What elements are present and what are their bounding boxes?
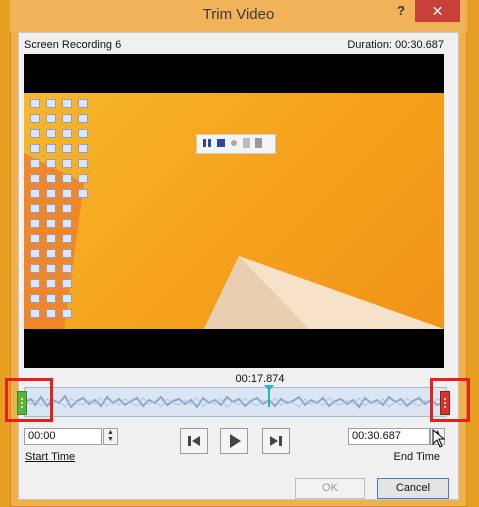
current-time-label: 00:17.874 (235, 373, 285, 385)
help-button[interactable]: ? (388, 0, 414, 22)
end-time-label: End Time (393, 451, 440, 463)
ok-button[interactable]: OK (295, 478, 365, 499)
spin-up-icon[interactable]: ▲ (104, 429, 117, 436)
end-time-input[interactable]: 00:30.687 (348, 428, 430, 445)
start-time-input[interactable]: 00:00 (24, 428, 102, 445)
audio-waveform (25, 394, 446, 409)
play-button[interactable] (220, 428, 248, 454)
spin-down-icon[interactable]: ▼ (104, 436, 117, 443)
mouse-cursor-icon (432, 429, 446, 448)
play-icon (230, 434, 241, 448)
trim-timeline[interactable] (24, 387, 447, 417)
recording-controls-icons (203, 138, 262, 148)
highlight-end-handle (430, 378, 470, 422)
cancel-button[interactable]: Cancel (377, 478, 449, 499)
background-right (466, 0, 479, 507)
start-time-spinner[interactable]: ▲ ▼ (103, 428, 118, 445)
highlight-start-handle (5, 378, 53, 422)
previous-frame-button[interactable] (180, 428, 208, 454)
video-duration: Duration: 00:30.687 (347, 39, 444, 51)
desktop-icons (28, 97, 92, 325)
close-button[interactable]: ✕ (415, 0, 460, 22)
start-time-label: Start Time (25, 451, 76, 463)
video-preview[interactable] (24, 54, 444, 368)
playhead-marker-icon[interactable] (264, 385, 274, 391)
previous-frame-icon (188, 436, 200, 446)
next-frame-icon (270, 436, 282, 446)
video-frame-desktop (24, 93, 444, 329)
recording-toolbar-popup (196, 134, 276, 154)
video-name: Screen Recording 6 (24, 39, 122, 51)
next-frame-button[interactable] (262, 428, 290, 454)
